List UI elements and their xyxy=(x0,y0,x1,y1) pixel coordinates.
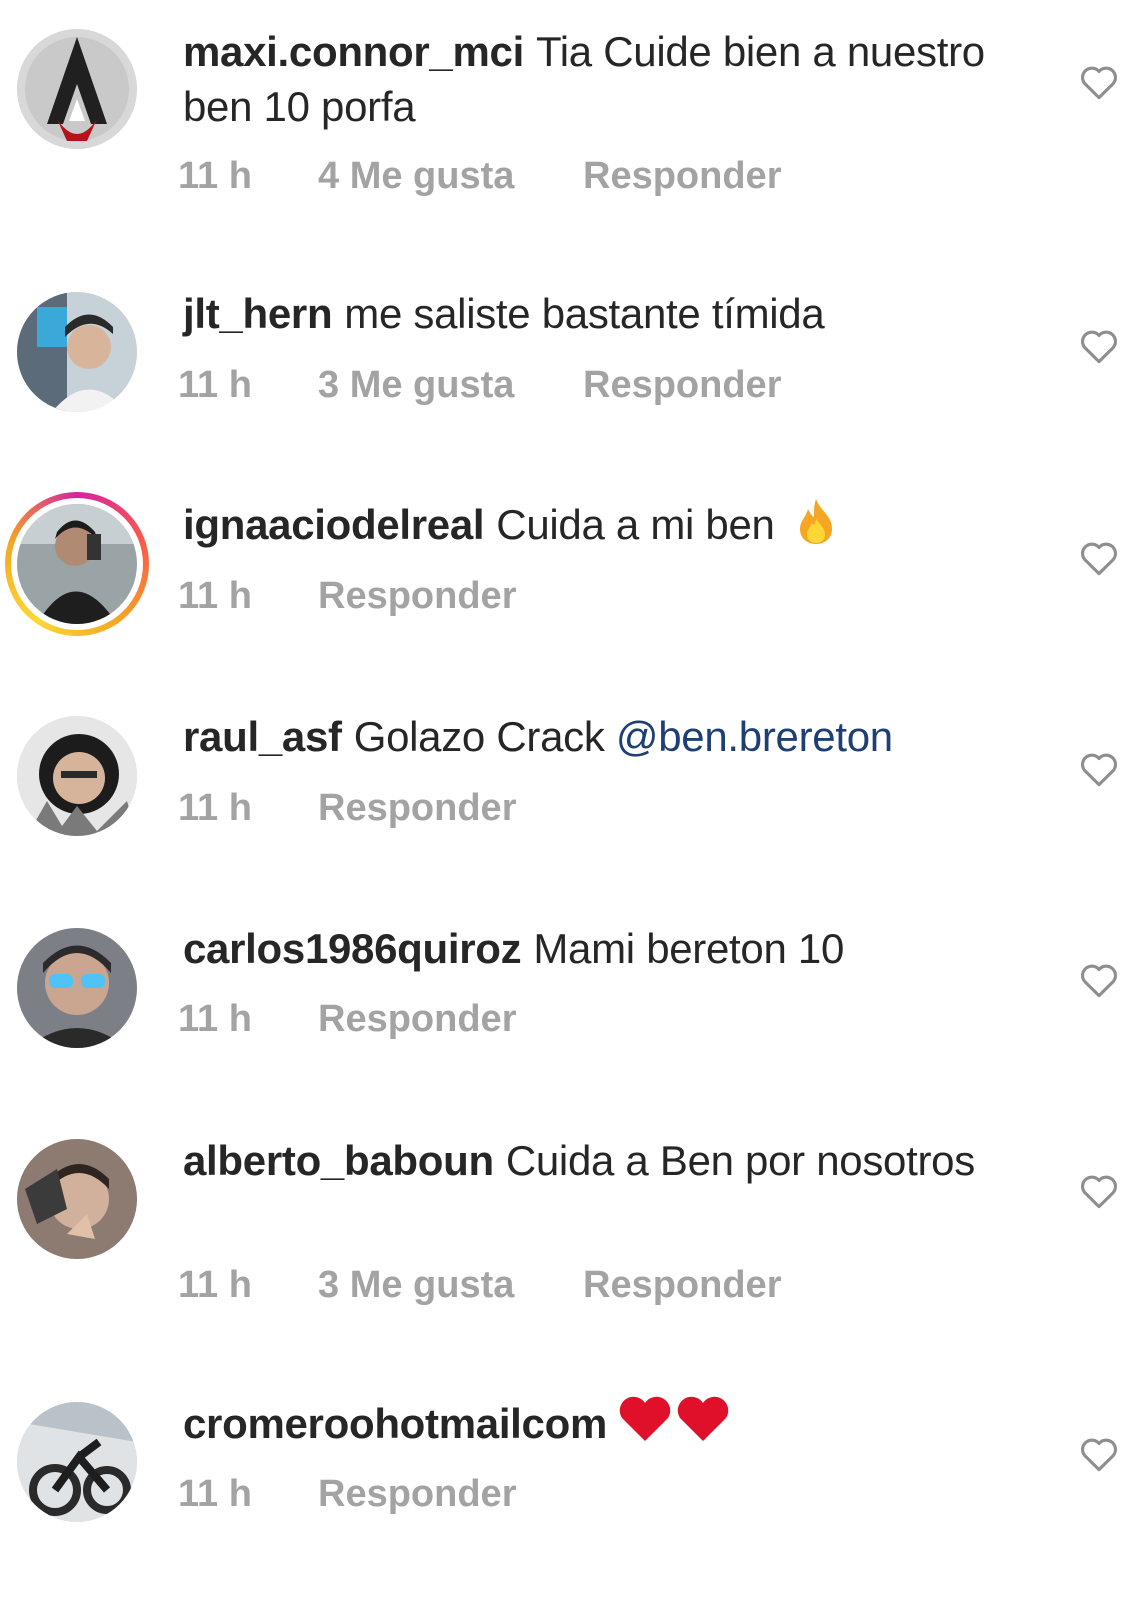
reply-button[interactable]: Responder xyxy=(583,364,781,407)
likes-count[interactable]: 4 Me gusta xyxy=(318,155,514,198)
heart-outline-icon[interactable] xyxy=(1077,60,1121,104)
story-avatar[interactable] xyxy=(5,492,149,636)
avatar-image xyxy=(17,928,137,1048)
comment-time: 11 h xyxy=(178,575,252,617)
avatar-image xyxy=(17,1402,137,1522)
comment-body: me saliste bastante tímida xyxy=(344,290,825,337)
reply-button[interactable]: Responder xyxy=(583,155,781,198)
comment-time: 11 h xyxy=(178,364,252,406)
heart-outline-icon[interactable] xyxy=(1077,536,1121,580)
comment-username[interactable]: raul_asf xyxy=(183,713,342,760)
heart-outline-icon[interactable] xyxy=(1077,958,1121,1002)
likes-count[interactable]: 3 Me gusta xyxy=(318,1264,514,1307)
heart-outline-icon[interactable] xyxy=(1077,324,1121,368)
reply-button[interactable]: Responder xyxy=(318,1473,516,1516)
comment-username[interactable]: alberto_baboun xyxy=(183,1137,494,1184)
comment-text: raul_asf Golazo Crack @ben.brereton xyxy=(183,709,1013,764)
comment-username[interactable]: ignaaciodelreal xyxy=(183,501,485,548)
avatar-image xyxy=(17,504,137,624)
comment-body: Cuida a mi ben xyxy=(496,501,775,548)
heart-outline-icon[interactable] xyxy=(1077,747,1121,791)
comment-text: maxi.connor_mci Tia Cuide bien a nuestro … xyxy=(183,24,1013,134)
comment-text: alberto_baboun Cuida a Ben por nosotros xyxy=(183,1133,1013,1188)
comment-time: 11 h xyxy=(178,787,252,829)
reply-button[interactable]: Responder xyxy=(318,787,516,830)
avatar[interactable] xyxy=(17,292,137,412)
reply-button[interactable]: Responder xyxy=(318,998,516,1041)
avatar-image xyxy=(17,29,137,149)
avatar-image xyxy=(17,292,137,412)
reply-button[interactable]: Responder xyxy=(318,575,516,618)
two-red-hearts-emoji xyxy=(619,1396,729,1441)
fire-emoji xyxy=(799,499,832,544)
reply-button[interactable]: Responder xyxy=(583,1264,781,1307)
comment-username[interactable]: carlos1986quiroz xyxy=(183,925,522,972)
likes-count[interactable]: 3 Me gusta xyxy=(318,364,514,407)
comment-body: Cuida a Ben por nosotros xyxy=(505,1137,975,1184)
avatar[interactable] xyxy=(17,928,137,1048)
avatar[interactable] xyxy=(17,1402,137,1522)
avatar[interactable] xyxy=(17,1139,137,1259)
mention-link[interactable]: @ben.brereton xyxy=(616,713,893,760)
heart-outline-icon[interactable] xyxy=(1077,1169,1121,1213)
comment-text: jlt_hern me saliste bastante tímida xyxy=(183,286,1013,341)
avatar-image xyxy=(17,716,137,836)
comment-body: Mami bereton 10 xyxy=(533,925,845,972)
comment-username[interactable]: cromeroohotmailcom xyxy=(183,1400,607,1447)
comment-text: ignaaciodelreal Cuida a mi ben xyxy=(183,497,1013,552)
comment-username[interactable]: maxi.connor_mci xyxy=(183,28,524,75)
comment-body: Golazo Crack xyxy=(353,713,605,760)
heart-outline-icon[interactable] xyxy=(1077,1432,1121,1476)
comment-text: carlos1986quiroz Mami bereton 10 xyxy=(183,921,1013,976)
comment-username[interactable]: jlt_hern xyxy=(183,290,333,337)
avatar[interactable] xyxy=(17,716,137,836)
comment-time: 11 h xyxy=(178,998,252,1040)
comment-time: 11 h xyxy=(178,1264,252,1306)
avatar[interactable] xyxy=(17,29,137,149)
comment-text: cromeroohotmailcom xyxy=(183,1394,1013,1451)
comment-time: 11 h xyxy=(178,155,252,197)
comment-time: 11 h xyxy=(178,1473,252,1515)
avatar-image xyxy=(17,1139,137,1259)
